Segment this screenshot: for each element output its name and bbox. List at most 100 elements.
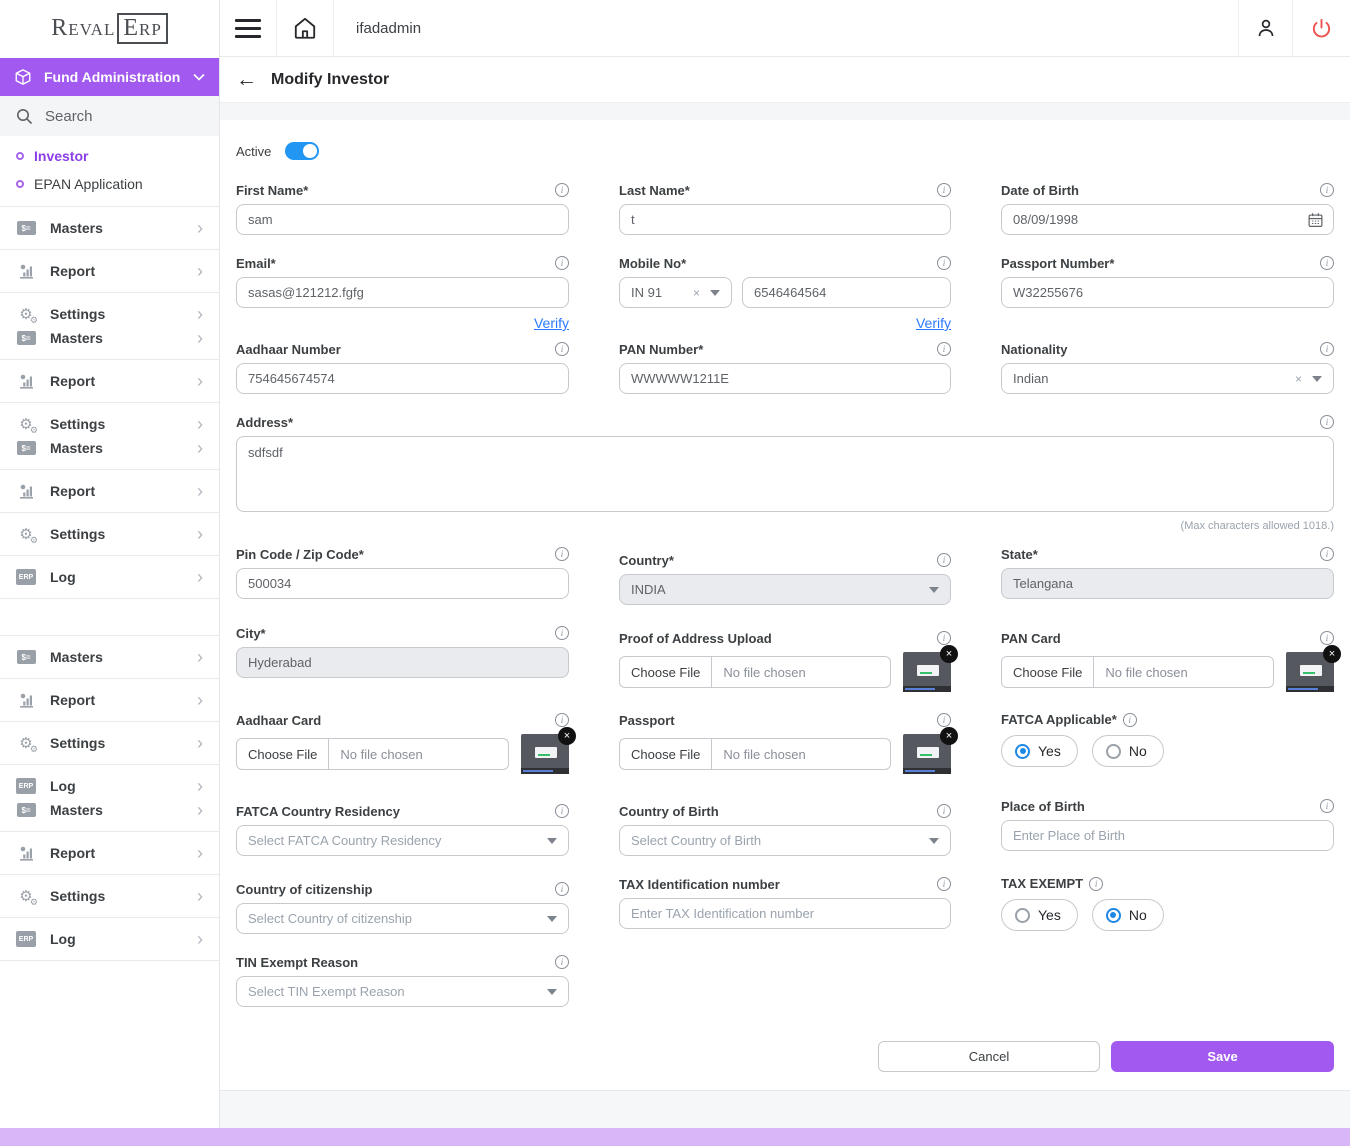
- sidebar-item-report[interactable]: Report›: [16, 259, 203, 283]
- proof-of-address-upload[interactable]: Choose File No file chosen: [619, 656, 891, 688]
- sidebar-item-masters[interactable]: $=Masters›: [16, 645, 203, 669]
- address-field[interactable]: sdfsdf: [236, 436, 1334, 512]
- info-icon[interactable]: [555, 256, 569, 270]
- choose-file-button[interactable]: Choose File: [620, 657, 712, 687]
- info-icon[interactable]: [555, 626, 569, 640]
- clear-icon[interactable]: ×: [693, 286, 700, 300]
- sidebar-item-report[interactable]: Report›: [16, 688, 203, 712]
- hamburger-menu-icon[interactable]: [220, 0, 277, 56]
- passport-number-field[interactable]: [1001, 277, 1334, 308]
- home-icon[interactable]: [277, 0, 334, 56]
- aadhaar-card-preview[interactable]: ×: [521, 734, 569, 774]
- aadhaar-card-upload[interactable]: Choose File No file chosen: [236, 738, 509, 770]
- tax-exempt-no-radio[interactable]: No: [1092, 899, 1164, 931]
- pan-card-upload[interactable]: Choose File No file chosen: [1001, 656, 1274, 688]
- info-icon[interactable]: [937, 256, 951, 270]
- citizenship-select[interactable]: Select Country of citizenship: [236, 903, 569, 934]
- first-name-field[interactable]: [236, 204, 569, 235]
- info-icon[interactable]: [555, 342, 569, 356]
- remove-file-icon[interactable]: ×: [940, 727, 958, 745]
- calendar-icon[interactable]: [1307, 211, 1324, 228]
- cancel-button[interactable]: Cancel: [878, 1041, 1100, 1072]
- sidebar-item-masters[interactable]: $=Masters›: [16, 798, 203, 822]
- sidebar-item-log[interactable]: ERPLog›: [16, 565, 203, 589]
- info-icon[interactable]: [555, 804, 569, 818]
- info-icon[interactable]: [1123, 713, 1137, 727]
- remove-file-icon[interactable]: ×: [940, 645, 958, 663]
- info-icon[interactable]: [1089, 877, 1103, 891]
- fatca-country-select[interactable]: Select FATCA Country Residency: [236, 825, 569, 856]
- pin-code-field[interactable]: [236, 568, 569, 599]
- aadhaar-number-field[interactable]: [236, 363, 569, 394]
- tax-id-field[interactable]: [619, 898, 951, 929]
- sidebar-item-settings[interactable]: ⚙⚙Settings›: [16, 522, 203, 546]
- country-of-birth-label: Country of Birth: [619, 804, 719, 819]
- sidebar-item-epan-application[interactable]: EPAN Application: [0, 170, 219, 198]
- module-selector[interactable]: Fund Administration: [0, 58, 219, 96]
- info-icon[interactable]: [555, 955, 569, 969]
- pan-number-field[interactable]: [619, 363, 951, 394]
- save-button[interactable]: Save: [1111, 1041, 1334, 1072]
- passport-preview[interactable]: ×: [903, 734, 951, 774]
- email-verify-link[interactable]: Verify: [534, 315, 569, 331]
- mobile-country-code-select[interactable]: IN 91 ×: [619, 277, 732, 308]
- info-icon[interactable]: [1320, 415, 1334, 429]
- choose-file-button[interactable]: Choose File: [620, 739, 712, 769]
- fatca-yes-radio[interactable]: Yes: [1001, 735, 1078, 767]
- info-icon[interactable]: [1320, 547, 1334, 561]
- back-arrow-icon[interactable]: ←: [236, 69, 257, 90]
- info-icon[interactable]: [1320, 183, 1334, 197]
- info-icon[interactable]: [937, 183, 951, 197]
- info-icon[interactable]: [937, 342, 951, 356]
- sidebar-item-masters[interactable]: $=Masters›: [16, 216, 203, 240]
- tin-exempt-reason-select[interactable]: Select TIN Exempt Reason: [236, 976, 569, 1007]
- choose-file-button[interactable]: Choose File: [1002, 657, 1094, 687]
- sidebar-search[interactable]: Search: [0, 96, 219, 136]
- info-icon[interactable]: [937, 804, 951, 818]
- tax-exempt-yes-radio[interactable]: Yes: [1001, 899, 1078, 931]
- info-icon[interactable]: [937, 877, 951, 891]
- pan-card-preview[interactable]: ×: [1286, 652, 1334, 692]
- sidebar-item-log[interactable]: ERPLog›: [16, 774, 203, 798]
- info-icon[interactable]: [937, 713, 951, 727]
- sidebar-item-report[interactable]: Report›: [16, 479, 203, 503]
- clear-icon[interactable]: ×: [1295, 372, 1302, 386]
- email-field[interactable]: [236, 277, 569, 308]
- info-icon[interactable]: [555, 882, 569, 896]
- passport-upload[interactable]: Choose File No file chosen: [619, 738, 891, 770]
- country-of-birth-select[interactable]: Select Country of Birth: [619, 825, 951, 856]
- sidebar-item-log[interactable]: ERPLog›: [16, 927, 203, 951]
- active-toggle[interactable]: [285, 142, 319, 160]
- info-icon[interactable]: [555, 713, 569, 727]
- sidebar-item-report[interactable]: Report›: [16, 841, 203, 865]
- date-of-birth-field[interactable]: [1001, 204, 1334, 235]
- info-icon[interactable]: [1320, 631, 1334, 645]
- choose-file-button[interactable]: Choose File: [237, 739, 329, 769]
- mobile-verify-link[interactable]: Verify: [916, 315, 951, 331]
- place-of-birth-field[interactable]: [1001, 820, 1334, 851]
- sidebar-item-settings[interactable]: ⚙⚙Settings›: [16, 412, 203, 436]
- mobile-number-field[interactable]: [742, 277, 951, 308]
- sidebar-item-masters[interactable]: $=Masters›: [16, 326, 203, 350]
- proof-of-address-preview[interactable]: ×: [903, 652, 951, 692]
- info-icon[interactable]: [937, 553, 951, 567]
- remove-file-icon[interactable]: ×: [558, 727, 576, 745]
- info-icon[interactable]: [937, 631, 951, 645]
- sidebar-item-report[interactable]: Report›: [16, 369, 203, 393]
- sidebar-item-settings[interactable]: ⚙⚙Settings›: [16, 302, 203, 326]
- info-icon[interactable]: [1320, 799, 1334, 813]
- nationality-select[interactable]: Indian ×: [1001, 363, 1334, 394]
- last-name-field[interactable]: [619, 204, 951, 235]
- info-icon[interactable]: [1320, 342, 1334, 356]
- sidebar-item-settings[interactable]: ⚙⚙Settings›: [16, 884, 203, 908]
- info-icon[interactable]: [555, 183, 569, 197]
- remove-file-icon[interactable]: ×: [1323, 645, 1341, 663]
- sidebar-item-masters[interactable]: $=Masters›: [16, 436, 203, 460]
- info-icon[interactable]: [555, 547, 569, 561]
- fatca-no-radio[interactable]: No: [1092, 735, 1164, 767]
- logout-power-icon[interactable]: [1292, 0, 1350, 56]
- info-icon[interactable]: [1320, 256, 1334, 270]
- sidebar-item-investor[interactable]: Investor: [0, 142, 219, 170]
- user-profile-icon[interactable]: [1238, 0, 1292, 56]
- sidebar-item-settings[interactable]: ⚙⚙Settings›: [16, 731, 203, 755]
